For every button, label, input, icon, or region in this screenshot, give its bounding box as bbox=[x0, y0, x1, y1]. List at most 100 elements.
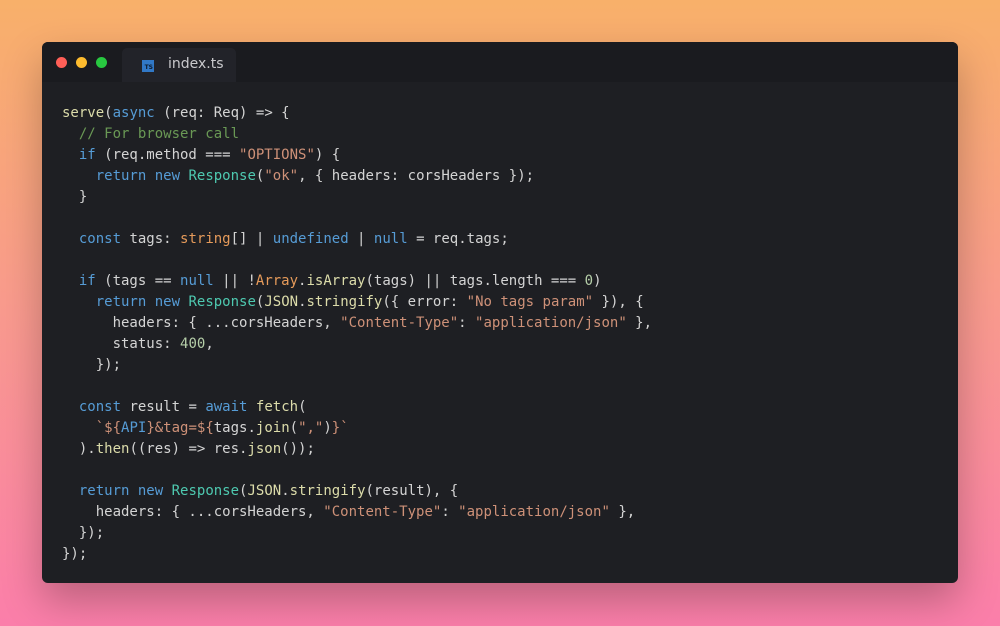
code-line: status: 400, bbox=[62, 334, 652, 355]
code-line: ).then((res) => res.json()); bbox=[62, 439, 652, 460]
code-token: // For browser call bbox=[78, 126, 240, 142]
code-line: headers: { ...corsHeaders, "Content-Type… bbox=[62, 502, 652, 523]
code-token: : bbox=[458, 315, 476, 331]
code-token: }` bbox=[331, 420, 349, 436]
code-token: ((res) => res. bbox=[129, 441, 248, 457]
file-tab[interactable]: TS index.ts bbox=[122, 48, 236, 82]
code-token: }&tag=${ bbox=[146, 420, 214, 436]
code-line: }); bbox=[62, 544, 652, 565]
code-token: ()); bbox=[281, 441, 315, 457]
code-token: isArray bbox=[306, 273, 366, 289]
code-token: new bbox=[154, 168, 181, 184]
code-token: json bbox=[247, 441, 282, 457]
code-token: `${ bbox=[95, 420, 122, 436]
code-token: async bbox=[112, 105, 155, 121]
code-line: const tags: string[] | undefined | null … bbox=[62, 229, 652, 250]
code-token: , bbox=[205, 336, 214, 352]
code-line: serve(async (req: Req) => { bbox=[62, 103, 652, 124]
code-token: = req.tags; bbox=[407, 231, 509, 247]
code-token: , { headers: corsHeaders }); bbox=[298, 168, 535, 184]
code-token: "ok" bbox=[264, 168, 299, 184]
code-token: "application/json" bbox=[458, 504, 610, 520]
title-bar: TS index.ts bbox=[42, 42, 958, 82]
code-token: }); bbox=[62, 546, 88, 562]
close-window-button[interactable] bbox=[56, 57, 67, 68]
code-token: new bbox=[154, 294, 181, 310]
code-token: . bbox=[281, 483, 290, 499]
code-line: if (req.method === "OPTIONS") { bbox=[62, 145, 652, 166]
code-token: "application/json" bbox=[475, 315, 627, 331]
code-token: 400 bbox=[180, 336, 206, 352]
code-line: if (tags == null || !Array.isArray(tags)… bbox=[62, 271, 652, 292]
code-token: if bbox=[78, 273, 96, 289]
code-token: undefined bbox=[272, 231, 349, 247]
code-token: if bbox=[78, 147, 96, 163]
code-token: "OPTIONS" bbox=[239, 147, 315, 163]
code-token: return bbox=[78, 483, 130, 499]
code-token: string bbox=[180, 231, 231, 247]
code-line: `${API}&tag=${tags.join(",")}` bbox=[62, 418, 652, 439]
code-token: stringify bbox=[289, 483, 366, 499]
code-token: JSON bbox=[264, 294, 299, 310]
code-token: stringify bbox=[306, 294, 383, 310]
code-token: Response bbox=[171, 483, 240, 499]
code-window: TS index.ts serve(async (req: Req) => { … bbox=[42, 42, 958, 583]
code-line: // For browser call bbox=[62, 124, 652, 145]
code-line: headers: { ...corsHeaders, "Content-Type… bbox=[62, 313, 652, 334]
minimize-window-button[interactable] bbox=[76, 57, 87, 68]
code-editor[interactable]: serve(async (req: Req) => { // For brows… bbox=[62, 103, 652, 565]
code-token: : bbox=[441, 504, 459, 520]
code-token: const bbox=[78, 231, 122, 247]
code-token: tags. bbox=[213, 420, 256, 436]
code-token: (req.method === bbox=[95, 147, 240, 163]
code-token: ( bbox=[289, 420, 299, 436]
code-line: }); bbox=[62, 523, 652, 544]
code-token: tags: bbox=[121, 231, 181, 247]
maximize-window-button[interactable] bbox=[96, 57, 107, 68]
code-token: null bbox=[373, 231, 408, 247]
code-token: null bbox=[180, 273, 214, 289]
code-token: Response bbox=[188, 168, 256, 184]
typescript-file-icon: TS bbox=[142, 60, 154, 72]
code-line: return new Response("ok", { headers: cor… bbox=[62, 166, 652, 187]
code-token: ( bbox=[104, 105, 113, 121]
code-token: await bbox=[205, 399, 248, 415]
code-token: ) bbox=[323, 420, 332, 436]
code-token: ({ error: bbox=[382, 294, 467, 310]
code-token: fetch bbox=[255, 399, 299, 415]
code-token: join bbox=[255, 420, 290, 436]
code-token: Array bbox=[255, 273, 299, 289]
code-line: const result = await fetch( bbox=[62, 397, 652, 418]
code-token: . bbox=[298, 294, 307, 310]
code-line: }); bbox=[62, 355, 652, 376]
code-token: "," bbox=[298, 420, 324, 436]
code-token: const bbox=[78, 399, 122, 415]
code-token: 0 bbox=[584, 273, 594, 289]
code-token: then bbox=[95, 441, 130, 457]
code-token: }), { bbox=[593, 294, 644, 310]
code-token: JSON bbox=[247, 483, 282, 499]
code-token: return bbox=[95, 294, 147, 310]
code-token: (tags == bbox=[95, 273, 181, 289]
code-token: "Content-Type" bbox=[323, 504, 442, 520]
code-token: result = bbox=[121, 399, 206, 415]
code-token: (result), { bbox=[365, 483, 459, 499]
code-line: } bbox=[62, 187, 652, 208]
code-token: }); bbox=[62, 357, 122, 373]
code-token: }, bbox=[626, 315, 653, 331]
code-token: ) bbox=[593, 273, 602, 289]
